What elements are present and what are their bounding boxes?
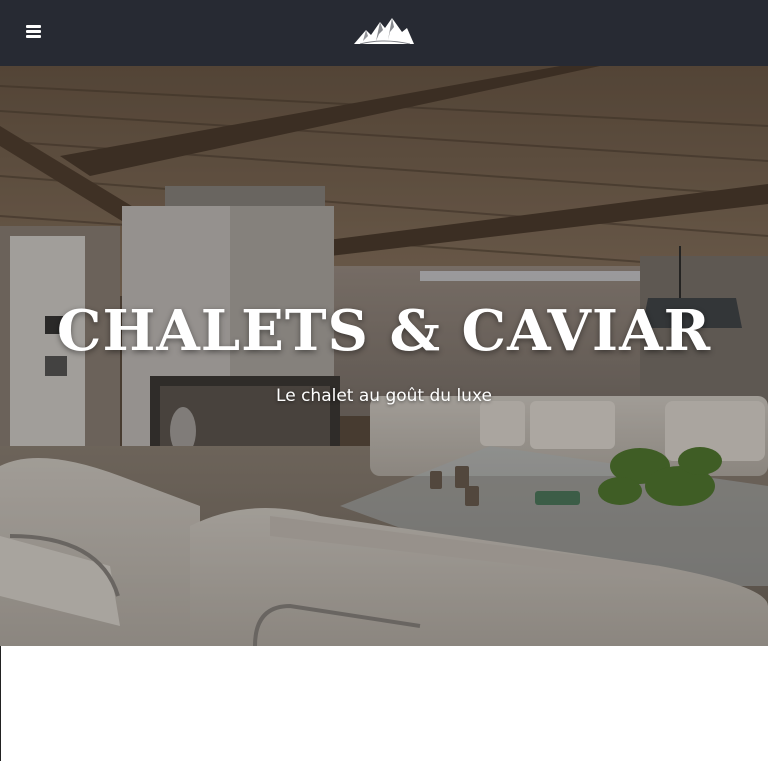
hero-subtitle: Le chalet au goût du luxe [276,386,492,406]
mountain-logo-icon[interactable] [352,14,416,48]
menu-bar [26,30,41,33]
hamburger-menu-icon[interactable] [26,24,42,38]
hero-title: CHALETS & CAVIAR [56,298,712,364]
content-area [0,646,768,761]
page: CHALETS & CAVIAR Le chalet au goût du lu… [0,0,768,761]
top-navigation-bar [0,0,768,66]
menu-bar [26,35,41,38]
menu-bar [26,25,41,28]
hero-banner: CHALETS & CAVIAR Le chalet au goût du lu… [0,66,768,646]
